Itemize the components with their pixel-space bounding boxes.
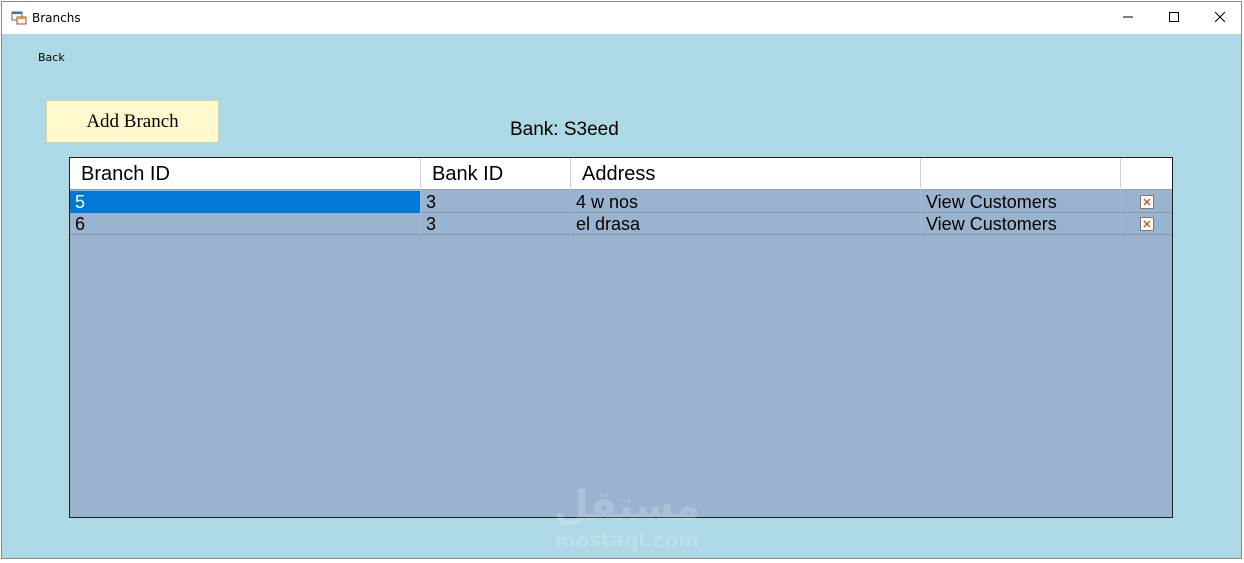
cell-address[interactable]: 4 w nos — [571, 191, 921, 213]
column-header-bank-id[interactable]: Bank ID — [421, 158, 571, 190]
close-icon — [1214, 9, 1226, 27]
window-title: Branchs — [32, 11, 81, 25]
cell-branch-id[interactable]: 6 — [70, 213, 421, 235]
column-header-address[interactable]: Address — [571, 158, 921, 190]
minimize-button[interactable] — [1105, 2, 1151, 34]
table-row[interactable]: 6 3 el drasa View Customers — [70, 213, 1172, 235]
cell-bank-id[interactable]: 3 — [421, 213, 571, 235]
maximize-button[interactable] — [1151, 2, 1197, 34]
cell-branch-id[interactable]: 5 — [70, 191, 421, 213]
cell-address[interactable]: el drasa — [571, 213, 921, 235]
table-row[interactable]: 5 3 4 w nos View Customers — [70, 191, 1172, 213]
window-app-icon — [11, 10, 27, 26]
view-customers-button[interactable]: View Customers — [921, 213, 1121, 235]
application-window: Branchs Back Add Branch Bank: S3eed Bran… — [1, 1, 1242, 559]
delete-icon[interactable] — [1139, 195, 1154, 209]
cell-delete[interactable] — [1121, 191, 1172, 213]
close-button[interactable] — [1197, 2, 1243, 34]
branches-grid[interactable]: Branch ID Bank ID Address 5 3 4 w nos Vi… — [69, 157, 1173, 518]
cell-bank-id[interactable]: 3 — [421, 191, 571, 213]
maximize-icon — [1169, 9, 1179, 27]
column-header-action[interactable] — [921, 158, 1121, 190]
minimize-icon — [1123, 9, 1133, 27]
cell-delete[interactable] — [1121, 213, 1172, 235]
grid-header: Branch ID Bank ID Address — [70, 158, 1172, 190]
view-customers-button[interactable]: View Customers — [921, 191, 1121, 213]
bank-name-label: Bank: S3eed — [510, 119, 619, 140]
form-client-area: Back Add Branch Bank: S3eed Branch ID Ba… — [2, 34, 1241, 558]
back-link[interactable]: Back — [38, 51, 65, 64]
delete-icon[interactable] — [1139, 217, 1154, 231]
column-header-branch-id[interactable]: Branch ID — [70, 158, 421, 190]
add-branch-button[interactable]: Add Branch — [46, 100, 219, 143]
column-header-delete[interactable] — [1121, 158, 1172, 190]
title-bar[interactable]: Branchs — [2, 2, 1241, 34]
